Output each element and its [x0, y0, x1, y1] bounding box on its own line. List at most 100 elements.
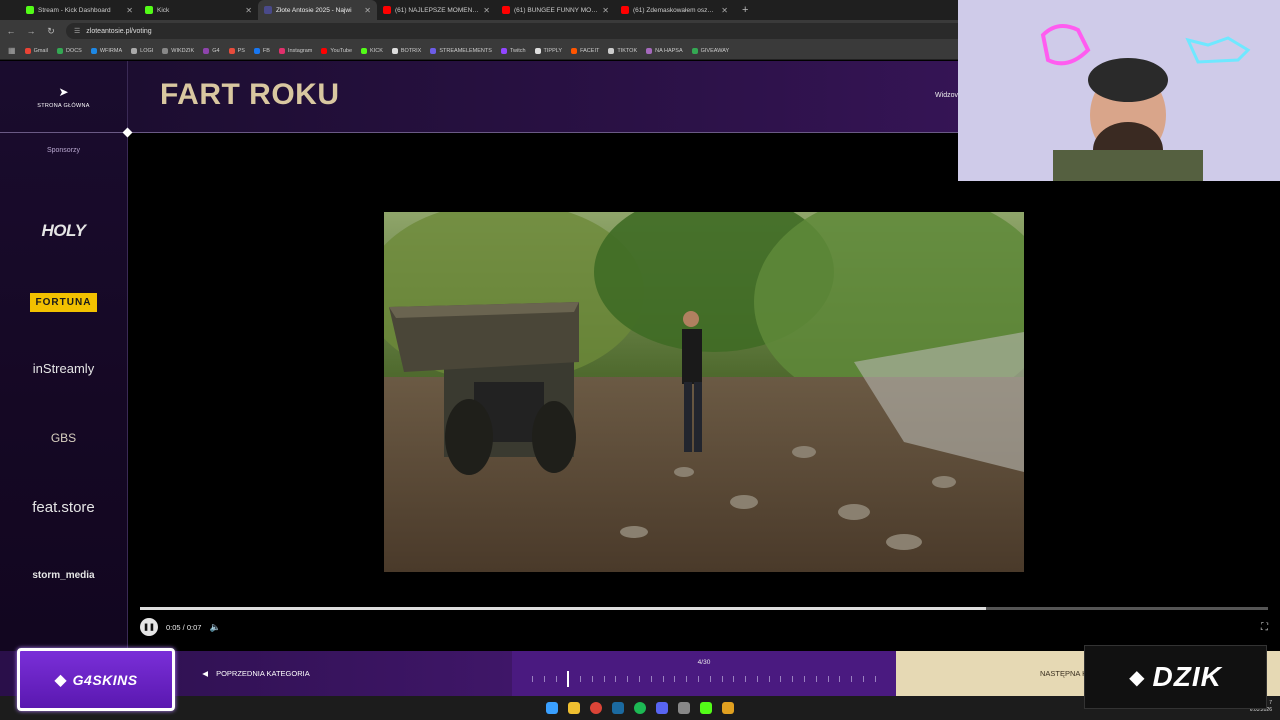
bookmark-item[interactable]: LOGI [131, 47, 153, 54]
category-tick[interactable] [686, 676, 688, 682]
bookmark-item[interactable]: WIKDZIK [162, 47, 194, 54]
g4skins-banner[interactable]: ◆ G4SKINS [17, 648, 175, 711]
category-tick[interactable] [733, 676, 735, 682]
bookmark-label: KICK [370, 47, 383, 54]
bookmark-item[interactable]: TIPPLY [534, 47, 562, 54]
windows-start-icon[interactable] [546, 702, 558, 714]
bookmark-favicon-icon [253, 47, 260, 54]
pause-button[interactable]: ❚❚ [140, 618, 158, 636]
video-frame[interactable] [384, 212, 1024, 572]
category-tick[interactable] [780, 676, 782, 682]
bookmark-item[interactable]: DOCS [56, 47, 82, 54]
bookmark-item[interactable]: BOTRIX [391, 47, 421, 54]
kick-app-icon[interactable] [700, 702, 712, 714]
bookmark-item[interactable]: PS [228, 47, 245, 54]
sponsor-fortuna-logo[interactable]: FORTUNA [0, 292, 127, 312]
category-tick[interactable] [851, 676, 853, 682]
back-icon[interactable]: ← [6, 26, 16, 36]
dzik-banner[interactable]: ◆ DZIK [1084, 645, 1267, 709]
settings-icon[interactable] [678, 702, 690, 714]
site-info-icon[interactable]: ☰ [74, 27, 80, 35]
close-tab-icon[interactable]: ✕ [602, 6, 609, 15]
browser-tab[interactable]: (61) NAJLEPSZE MOMENTY PO✕ [377, 0, 496, 20]
sponsor-storm-media-logo[interactable]: storm_media [0, 570, 127, 581]
fortuna-text: FORTUNA [29, 293, 98, 312]
browser-tab[interactable]: Kick ✕ [139, 0, 258, 20]
video-controls: ❚❚ 0:05 / 0:07 🔈 ⛶ [140, 618, 1268, 636]
browser-tab[interactable]: (61) Zdemaskowałem oszustó ✕ [615, 0, 734, 20]
new-tab-button[interactable]: + [734, 0, 756, 20]
app-icon[interactable] [722, 702, 734, 714]
bookmark-favicon-icon [228, 47, 235, 54]
category-tick[interactable] [580, 676, 582, 682]
category-tick[interactable] [874, 676, 876, 682]
bookmark-item[interactable]: Gmail [24, 47, 48, 54]
video-progress-bar[interactable] [140, 607, 1268, 610]
bookmark-item[interactable]: NA HAPSA [646, 47, 683, 54]
category-tick[interactable] [555, 676, 557, 682]
category-tick[interactable] [532, 676, 533, 682]
discord-icon[interactable] [656, 702, 668, 714]
apps-icon[interactable]: ▦ [8, 46, 16, 55]
bookmark-item[interactable]: FACEIT [571, 47, 599, 54]
bookmark-item[interactable]: FB [253, 47, 270, 54]
category-tick[interactable] [721, 676, 723, 682]
close-tab-icon[interactable]: ✕ [245, 6, 252, 15]
category-tick[interactable] [697, 676, 699, 682]
bookmark-item[interactable]: G4 [203, 47, 220, 54]
browser-tab[interactable]: Złote Antosie 2025 - Najwi ✕ [258, 0, 377, 20]
browser-tab[interactable]: Stream - Kick Dashboard ✕ [20, 0, 139, 20]
forward-icon[interactable]: → [26, 26, 36, 36]
category-tick[interactable] [768, 676, 770, 682]
browser-tab[interactable]: (61) BUNGEE FUNNY MOMENT ✕ [496, 0, 615, 20]
category-tick[interactable] [756, 676, 758, 682]
reload-icon[interactable]: ↻ [46, 26, 56, 37]
fullscreen-icon[interactable]: ⛶ [1261, 622, 1268, 633]
category-tick[interactable] [815, 676, 817, 682]
category-tick[interactable] [591, 676, 593, 682]
category-tick[interactable] [567, 671, 570, 687]
sponsor-holy-logo[interactable]: HOLY [0, 221, 127, 241]
category-tick[interactable] [615, 676, 617, 682]
home-button[interactable]: ➤ STRONA GŁÓWNA [0, 61, 127, 133]
volume-icon[interactable]: 🔈 [209, 622, 220, 633]
close-tab-icon[interactable]: ✕ [364, 6, 371, 15]
bookmark-label: PS [237, 47, 245, 54]
category-tick[interactable] [827, 676, 829, 682]
category-tick[interactable] [662, 676, 664, 682]
sponsor-instreamly-logo[interactable]: inStreamly [0, 361, 127, 376]
category-tick[interactable] [543, 676, 545, 682]
steam-icon[interactable] [612, 702, 624, 714]
category-tick[interactable] [603, 676, 605, 682]
category-tick[interactable] [745, 676, 747, 682]
bookmark-item[interactable]: Twitch [500, 47, 526, 54]
close-tab-icon[interactable]: ✕ [721, 6, 728, 15]
category-tick[interactable] [803, 676, 805, 682]
category-tick[interactable] [839, 676, 841, 682]
close-tab-icon[interactable]: ✕ [126, 6, 133, 15]
category-tick[interactable] [674, 676, 676, 682]
category-tick[interactable] [650, 676, 652, 682]
category-tick[interactable] [639, 676, 641, 682]
bookmark-item[interactable]: KICK [361, 47, 383, 54]
category-tick[interactable] [709, 676, 711, 682]
file-explorer-icon[interactable] [568, 702, 580, 714]
close-tab-icon[interactable]: ✕ [483, 6, 490, 15]
bookmark-item[interactable]: WFIRMA [90, 47, 122, 54]
bookmark-favicon-icon [608, 47, 615, 54]
bookmark-item[interactable]: STREAMELEMENTS [430, 47, 492, 54]
sponsor-gbs-logo[interactable]: GBS [0, 431, 127, 445]
chrome-icon[interactable] [590, 702, 602, 714]
bookmark-item[interactable]: GIVEAWAY [691, 47, 729, 54]
sponsor-feat-store-logo[interactable]: feat.store [0, 499, 127, 516]
category-ticks [532, 671, 876, 687]
bookmark-favicon-icon [24, 47, 31, 54]
spotify-icon[interactable] [634, 702, 646, 714]
category-tick[interactable] [627, 676, 629, 682]
bookmark-item[interactable]: Instagram [278, 47, 312, 54]
category-tick[interactable] [862, 676, 864, 682]
bookmark-item[interactable]: TIKTOK [608, 47, 637, 54]
bookmark-item[interactable]: YouTube [321, 47, 352, 54]
category-tick[interactable] [792, 676, 794, 682]
sidebar: ➤ STRONA GŁÓWNA Sponsorzy HOLY FORTUNA i… [0, 61, 128, 651]
